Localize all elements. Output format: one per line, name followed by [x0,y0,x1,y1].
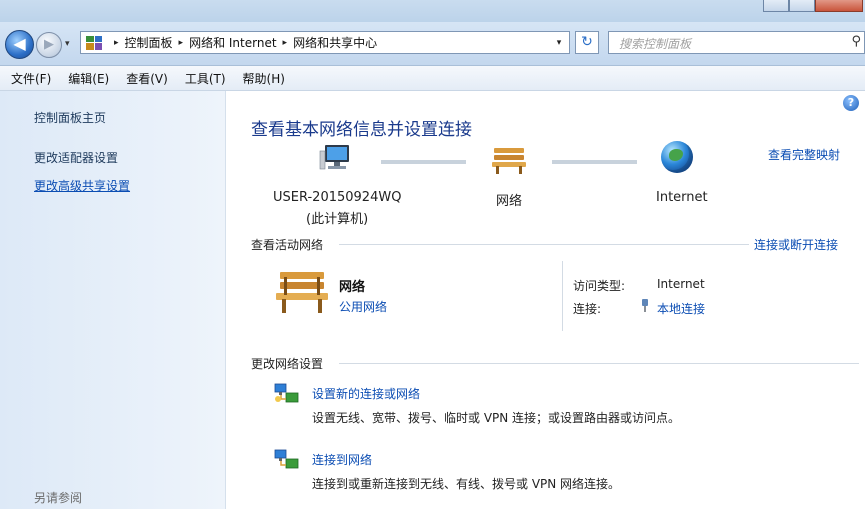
menu-help[interactable]: 帮助(H) [237,70,291,87]
computer-sub-label: (此计算机) [306,212,369,227]
refresh-icon: ↻ [581,34,593,50]
see-also-label: 另请参阅 [34,491,83,505]
page-title: 查看基本网络信息并设置连接 [251,120,472,140]
vertical-divider [562,261,563,331]
search-box[interactable]: ⚲ [608,31,865,54]
menu-view[interactable]: 查看(V) [120,70,174,87]
sidebar-item-control-panel-home[interactable]: 控制面板主页 [34,109,106,126]
internet-label: Internet [656,190,708,205]
connections-label: 连接: [573,302,602,316]
map-link-line [381,160,466,164]
network-bench-icon[interactable] [490,146,528,174]
address-bar[interactable]: ▸ 控制面板 ▸ 网络和 Internet ▸ 网络和共享中心 ▾ [80,31,570,54]
menu-bar: 文件(F) 编辑(E) 查看(V) 工具(T) 帮助(H) [0,66,865,91]
internet-globe-icon[interactable] [661,141,693,173]
breadcrumb-network-internet[interactable]: 网络和 Internet [189,34,276,51]
active-networks-title: 查看活动网络 [251,238,324,252]
navigation-bar: ◀ ▶ ▾ ▸ 控制面板 ▸ 网络和 Internet ▸ 网络和共享中心 ▾ … [0,22,865,66]
refresh-button[interactable]: ↻ [575,31,599,54]
new-connection-icon [274,383,299,403]
connect-to-network-desc: 连接到或重新连接到无线、有线、拨号或 VPN 网络连接。 [312,477,621,491]
network-bench-icon [276,272,328,313]
connect-disconnect-link[interactable]: 连接或断开连接 [754,236,838,253]
forward-button[interactable]: ▶ [36,32,62,58]
computer-name-label: USER-20150924WQ [273,190,402,205]
window-controls [763,0,863,12]
network-label: 网络 [496,194,523,209]
breadcrumb-separator-icon[interactable]: ▸ [114,38,119,48]
connect-to-network-icon [274,449,299,469]
breadcrumb-separator-icon[interactable]: ▸ [283,38,288,48]
close-button[interactable] [815,0,863,12]
network-type-link[interactable]: 公用网络 [339,298,387,315]
back-button[interactable]: ◀ [5,30,34,59]
address-dropdown-icon[interactable]: ▾ [549,38,569,48]
change-settings-title: 更改网络设置 [251,357,324,371]
breadcrumb-control-panel[interactable]: 控制面板 [125,34,173,51]
sidebar-item-change-adapter-settings[interactable]: 更改适配器设置 [34,149,118,166]
history-dropdown-icon[interactable]: ▾ [65,39,70,49]
setup-new-connection-link[interactable]: 设置新的连接或网络 [312,385,420,402]
sidebar-item-advanced-sharing-settings[interactable]: 更改高级共享设置 [34,177,130,194]
active-network-name: 网络 [339,280,366,295]
help-icon[interactable]: ? [843,95,859,111]
breadcrumb-network-sharing-center[interactable]: 网络和共享中心 [293,34,377,51]
breadcrumb-separator-icon[interactable]: ▸ [179,38,184,48]
menu-tools[interactable]: 工具(T) [179,70,232,87]
search-icon[interactable]: ⚲ [851,34,861,49]
setup-new-connection-desc: 设置无线、宽带、拨号、临时或 VPN 连接；或设置路由器或访问点。 [312,411,681,425]
control-panel-icon [86,35,102,50]
ethernet-connection-icon [642,299,648,312]
connect-to-network-link[interactable]: 连接到网络 [312,451,372,468]
forward-arrow-icon: ▶ [44,37,54,52]
title-bar [0,0,865,22]
access-type-label: 访问类型: [573,279,626,293]
section-divider [339,363,859,364]
access-type-value: Internet [657,277,705,291]
map-link-line [552,160,637,164]
section-divider [339,244,749,245]
view-full-map-link[interactable]: 查看完整映射 [768,146,840,163]
maximize-button[interactable] [789,0,815,12]
menu-edit[interactable]: 编辑(E) [62,70,115,87]
search-input[interactable] [617,33,841,54]
menu-file[interactable]: 文件(F) [5,70,57,87]
minimize-button[interactable] [763,0,789,12]
back-arrow-icon: ◀ [13,34,26,53]
computer-icon [319,145,349,170]
sidebar: 控制面板主页 更改适配器设置 更改高级共享设置 另请参阅 [0,91,226,509]
main-content: ? 查看基本网络信息并设置连接 查看完整映射 USER-20150924WQ (… [226,91,865,509]
local-connection-link[interactable]: 本地连接 [657,300,705,317]
